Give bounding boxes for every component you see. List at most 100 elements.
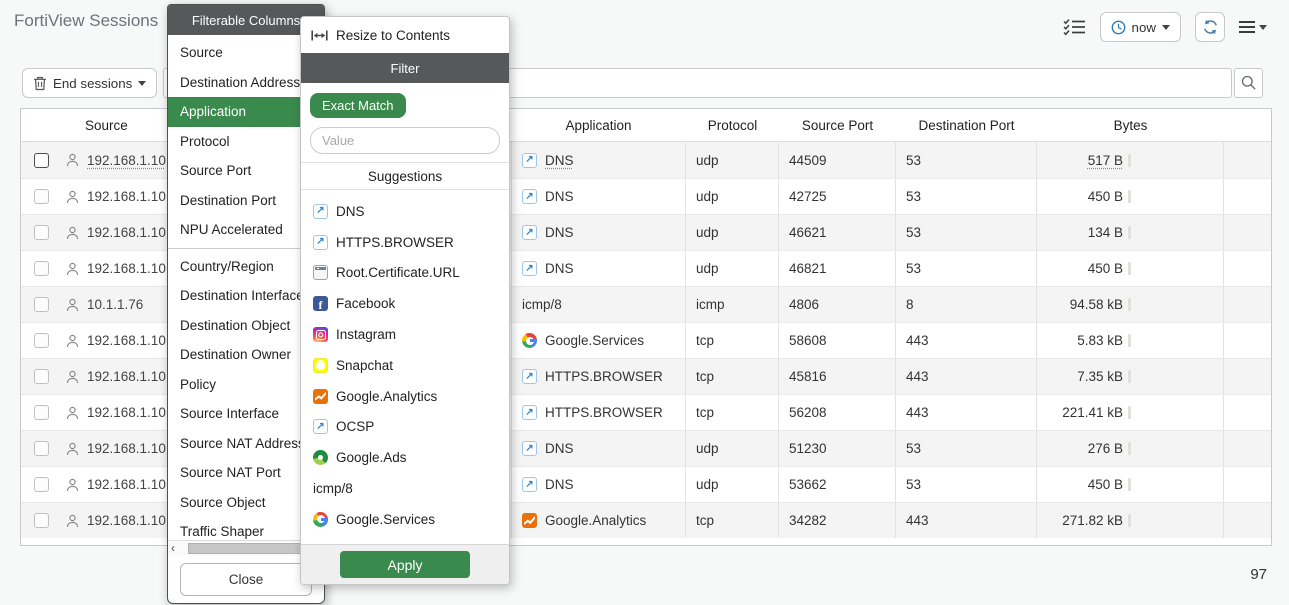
- suggestion-label: Google.Services: [336, 512, 435, 527]
- row-checkbox[interactable]: [34, 477, 49, 492]
- application-icon: [313, 235, 328, 250]
- bytes-value: 450 B: [1088, 189, 1123, 204]
- time-range-label: now: [1132, 20, 1156, 35]
- application-icon: [313, 419, 328, 434]
- refresh-button[interactable]: [1195, 12, 1225, 42]
- google-analytics-icon: [522, 513, 537, 528]
- scroll-left-icon[interactable]: ‹: [171, 541, 175, 556]
- protocol-value: tcp: [696, 333, 714, 348]
- row-checkbox[interactable]: [34, 333, 49, 348]
- suggestion-item[interactable]: Snapchat: [301, 350, 509, 381]
- column-header-protocol[interactable]: Protocol: [686, 118, 779, 133]
- application-name: DNS: [545, 441, 574, 456]
- row-checkbox[interactable]: [34, 261, 49, 276]
- suggestion-item[interactable]: Instagram: [301, 319, 509, 350]
- suggestion-label: OCSP: [336, 419, 374, 434]
- suggestion-label: Google.Ads: [336, 450, 407, 465]
- destination-port-value: 443: [906, 405, 929, 420]
- protocol-value: udp: [696, 225, 719, 240]
- protocol-value: tcp: [696, 405, 714, 420]
- source-ip: 192.168.1.10: [87, 225, 166, 240]
- page-menu-button[interactable]: [1239, 21, 1267, 33]
- user-icon: [66, 406, 79, 420]
- filterable-column-label: Traffic Shaper: [180, 524, 264, 539]
- user-icon: [66, 514, 79, 528]
- suggestion-item[interactable]: Facebook: [301, 288, 509, 319]
- suggestion-label: Instagram: [336, 327, 396, 342]
- suggestion-item[interactable]: OCSP: [301, 412, 509, 443]
- application-icon: [522, 261, 537, 276]
- resize-to-contents-item[interactable]: Resize to Contents: [301, 17, 509, 53]
- destination-port-value: 443: [906, 369, 929, 384]
- source-port-value: 46621: [789, 225, 827, 240]
- row-checkbox[interactable]: [34, 441, 49, 456]
- suggestion-label: HTTPS.BROWSER: [336, 235, 454, 250]
- bytes-bar: [1128, 514, 1131, 527]
- suggestion-label: Facebook: [336, 296, 395, 311]
- suggestion-item[interactable]: DNS: [301, 196, 509, 227]
- suggestions-title: Suggestions: [301, 162, 509, 190]
- bytes-value: 7.35 kB: [1077, 369, 1123, 384]
- row-checkbox[interactable]: [34, 297, 49, 312]
- user-icon: [66, 334, 79, 348]
- filter-popup-footer: Apply: [301, 544, 509, 584]
- bytes-bar: [1128, 262, 1131, 275]
- suggestion-item[interactable]: Root.Certificate.URL: [301, 258, 509, 289]
- source-port-value: 46821: [789, 261, 827, 276]
- filterable-column-label: Destination Owner: [180, 347, 291, 362]
- source-port-value: 34282: [789, 513, 827, 528]
- application-name: HTTPS.BROWSER: [545, 405, 663, 420]
- application-name: DNS: [545, 261, 574, 276]
- suggestion-item[interactable]: Google.Ads: [301, 442, 509, 473]
- destination-port-value: 443: [906, 333, 929, 348]
- protocol-value: udp: [696, 261, 719, 276]
- filterable-column-label: Source Object: [180, 495, 266, 510]
- source-ip: 192.168.1.10: [87, 513, 166, 528]
- google-analytics-icon: [313, 389, 328, 404]
- close-button[interactable]: Close: [180, 563, 312, 596]
- bytes-value: 450 B: [1088, 477, 1123, 492]
- column-settings-icon[interactable]: [1063, 18, 1086, 36]
- user-icon: [66, 262, 79, 276]
- total-count: 97: [1250, 566, 1267, 583]
- time-range-button[interactable]: now: [1100, 12, 1181, 42]
- suggestion-item[interactable]: HTTPS.BROWSER: [301, 227, 509, 258]
- source-ip: 10.1.1.76: [87, 297, 143, 312]
- apply-button[interactable]: Apply: [340, 551, 470, 578]
- column-header-source-port[interactable]: Source Port: [779, 118, 896, 133]
- user-icon: [66, 153, 79, 167]
- google-icon: [522, 333, 537, 348]
- suggestion-item[interactable]: Google.Services: [301, 504, 509, 535]
- column-header-bytes[interactable]: Bytes: [1037, 118, 1224, 133]
- search-button[interactable]: [1234, 68, 1263, 98]
- protocol-value: udp: [696, 441, 719, 456]
- source-port-value: 53662: [789, 477, 827, 492]
- filter-value-input[interactable]: [310, 127, 500, 154]
- chevron-down-icon: [1259, 25, 1267, 30]
- filterable-column-label: Source NAT Address: [180, 436, 305, 451]
- row-checkbox[interactable]: [34, 405, 49, 420]
- filterable-column-label: Application: [180, 104, 246, 119]
- exact-match-toggle[interactable]: Exact Match: [310, 93, 406, 118]
- row-checkbox[interactable]: [34, 225, 49, 240]
- filter-title: Filter: [301, 53, 509, 83]
- filterable-column-label: Protocol: [180, 134, 230, 149]
- row-checkbox[interactable]: [34, 369, 49, 384]
- column-header-application[interactable]: Application: [511, 118, 686, 133]
- application-name: Google.Services: [545, 333, 644, 348]
- bytes-value: 517 B: [1088, 153, 1123, 168]
- row-checkbox[interactable]: [34, 153, 49, 168]
- user-icon: [66, 190, 79, 204]
- suggestion-item[interactable]: Google.Analytics: [301, 381, 509, 412]
- scrollbar-thumb[interactable]: [188, 543, 310, 554]
- destination-port-value: 53: [906, 441, 921, 456]
- top-toolbar: now: [1063, 12, 1267, 42]
- google-ads-icon: [313, 450, 328, 465]
- end-sessions-button[interactable]: End sessions: [22, 68, 157, 98]
- column-header-destination-port[interactable]: Destination Port: [896, 118, 1037, 133]
- row-checkbox[interactable]: [34, 189, 49, 204]
- suggestion-item[interactable]: icmp/8: [301, 473, 509, 504]
- row-checkbox[interactable]: [34, 513, 49, 528]
- application-icon: [313, 204, 328, 219]
- user-icon: [66, 370, 79, 384]
